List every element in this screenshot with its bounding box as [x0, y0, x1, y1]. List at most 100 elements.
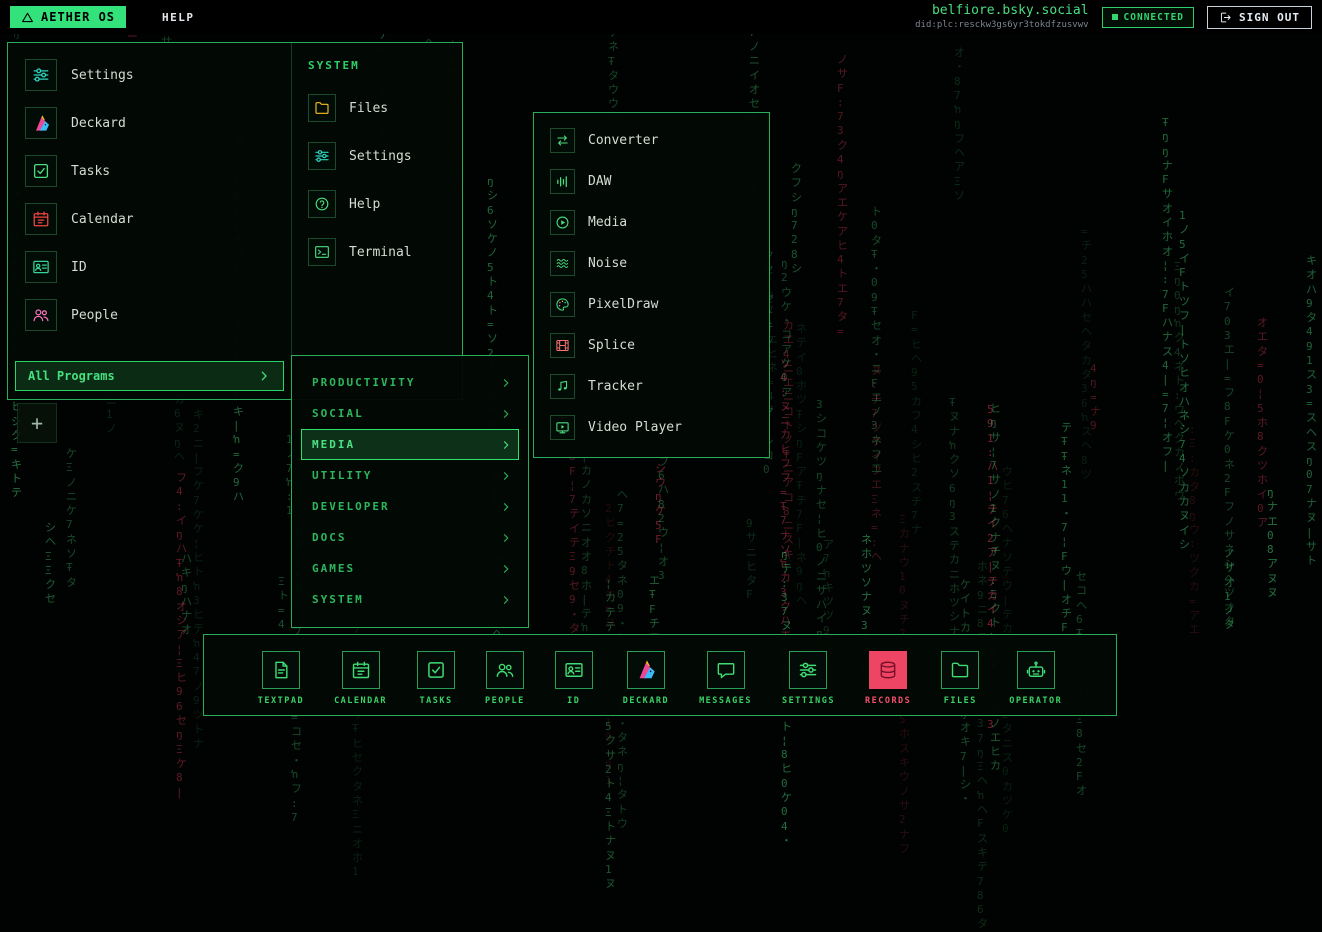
topbar: AETHER OS HELP belfiore.bsky.social did:…	[0, 0, 1322, 34]
dock-item-tasks[interactable]: TASKS	[417, 651, 455, 706]
dock-item-records[interactable]: RECORDS	[865, 651, 911, 706]
unicorn-icon	[627, 651, 665, 689]
chat-bubble-icon	[707, 651, 745, 689]
category-system[interactable]: SYSTEM	[301, 584, 519, 615]
dock-item-label: SETTINGS	[782, 696, 835, 706]
account-did: did:plc:resckw3gs6yr3tokdfzusvwv	[915, 20, 1088, 31]
film-icon	[550, 333, 575, 358]
dock-item-id[interactable]: ID	[555, 651, 593, 706]
terminal-icon	[308, 238, 336, 266]
video-icon	[550, 415, 575, 440]
media-item-daw[interactable]: DAW	[534, 161, 769, 202]
category-developer[interactable]: DEVELOPER	[301, 491, 519, 522]
dock-item-label: DECKARD	[623, 696, 669, 706]
category-label: DOCS	[312, 531, 347, 544]
system-item-terminal[interactable]: Terminal	[300, 228, 454, 276]
category-label: UTILITY	[312, 469, 372, 482]
chevron-right-icon	[500, 532, 512, 544]
dock-item-calendar[interactable]: CALENDAR	[334, 651, 387, 706]
chevron-right-icon	[500, 377, 512, 389]
plus-icon: +	[31, 411, 43, 435]
start-item-label: Settings	[71, 68, 134, 83]
dock: TEXTPAD CALENDAR TASKS PEOPLE ID DECKARD…	[203, 634, 1117, 716]
category-docs[interactable]: DOCS	[301, 522, 519, 553]
system-item-settings[interactable]: Settings	[300, 132, 454, 180]
dock-item-textpad[interactable]: TEXTPAD	[258, 651, 304, 706]
start-item-settings[interactable]: Settings	[15, 51, 284, 99]
system-item-files[interactable]: Files	[300, 84, 454, 132]
media-item-label: Tracker	[588, 379, 643, 394]
start-menu-pinned-column: Settings Deckard Tasks Calendar ID Peopl…	[8, 43, 291, 399]
os-logo-label: AETHER OS	[41, 10, 115, 24]
categories-menu-panel: PRODUCTIVITY SOCIAL MEDIA UTILITY DEVELO…	[291, 355, 529, 628]
swap-arrows-icon	[550, 128, 575, 153]
dock-item-settings[interactable]: SETTINGS	[782, 651, 835, 706]
dock-item-label: CALENDAR	[334, 696, 387, 706]
account-info[interactable]: belfiore.bsky.social did:plc:resckw3gs6y…	[915, 3, 1088, 31]
start-item-calendar[interactable]: Calendar	[15, 195, 284, 243]
media-item-label: Video Player	[588, 420, 682, 435]
dock-item-deckard[interactable]: DECKARD	[623, 651, 669, 706]
dock-item-people[interactable]: PEOPLE	[485, 651, 525, 706]
system-item-label: Help	[349, 197, 380, 212]
category-utility[interactable]: UTILITY	[301, 460, 519, 491]
help-circle-icon	[308, 190, 336, 218]
start-item-tasks[interactable]: Tasks	[15, 147, 284, 195]
equalizer-icon	[550, 169, 575, 194]
check-square-icon	[417, 651, 455, 689]
connection-status-badge: CONNECTED	[1102, 7, 1194, 28]
warning-triangle-icon	[21, 11, 34, 24]
start-item-label: People	[71, 308, 118, 323]
dock-item-label: TEXTPAD	[258, 696, 304, 706]
sliders-icon	[308, 142, 336, 170]
media-item-converter[interactable]: Converter	[534, 120, 769, 161]
media-item-tracker[interactable]: Tracker	[534, 366, 769, 407]
all-programs-item[interactable]: All Programs	[15, 361, 284, 391]
all-programs-label: All Programs	[28, 369, 115, 383]
chevron-right-icon	[500, 594, 512, 606]
system-item-label: Settings	[349, 149, 412, 164]
dock-item-operator[interactable]: OPERATOR	[1009, 651, 1062, 706]
chevron-right-icon	[257, 369, 271, 383]
dock-item-label: FILES	[944, 696, 977, 706]
start-item-label: ID	[71, 260, 87, 275]
category-games[interactable]: GAMES	[301, 553, 519, 584]
start-item-deckard[interactable]: Deckard	[15, 99, 284, 147]
people-icon	[25, 299, 57, 331]
check-square-icon	[25, 155, 57, 187]
dock-item-messages[interactable]: MESSAGES	[699, 651, 752, 706]
folder-icon	[941, 651, 979, 689]
category-social[interactable]: SOCIAL	[301, 398, 519, 429]
start-item-id[interactable]: ID	[15, 243, 284, 291]
menu-item-help[interactable]: HELP	[154, 6, 203, 29]
system-item-help[interactable]: Help	[300, 180, 454, 228]
unicorn-icon	[25, 107, 57, 139]
palette-icon	[550, 292, 575, 317]
dock-item-files[interactable]: FILES	[941, 651, 979, 706]
media-item-media[interactable]: Media	[534, 202, 769, 243]
start-menu-system-column: SYSTEM Files Settings Help Terminal	[291, 43, 462, 399]
topbar-right: belfiore.bsky.social did:plc:resckw3gs6y…	[915, 3, 1312, 31]
sign-out-label: SIGN OUT	[1239, 11, 1300, 24]
system-item-label: Files	[349, 101, 388, 116]
category-media[interactable]: MEDIA	[301, 429, 519, 460]
media-item-pixeldraw[interactable]: PixelDraw	[534, 284, 769, 325]
category-label: SYSTEM	[312, 593, 364, 606]
media-item-noise[interactable]: Noise	[534, 243, 769, 284]
dock-item-label: ID	[567, 696, 580, 706]
waves-icon	[550, 251, 575, 276]
media-item-label: DAW	[588, 174, 611, 189]
category-label: PRODUCTIVITY	[312, 376, 415, 389]
media-item-splice[interactable]: Splice	[534, 325, 769, 366]
os-logo-button[interactable]: AETHER OS	[10, 6, 126, 28]
id-badge-icon	[555, 651, 593, 689]
database-icon	[869, 651, 907, 689]
start-item-label: Deckard	[71, 116, 126, 131]
media-item-video-player[interactable]: Video Player	[534, 407, 769, 448]
dock-item-label: OPERATOR	[1009, 696, 1062, 706]
desktop-add-button[interactable]: +	[17, 403, 57, 443]
sign-out-button[interactable]: SIGN OUT	[1207, 6, 1312, 29]
category-productivity[interactable]: PRODUCTIVITY	[301, 367, 519, 398]
start-item-people[interactable]: People	[15, 291, 284, 339]
textpad-icon	[262, 651, 300, 689]
